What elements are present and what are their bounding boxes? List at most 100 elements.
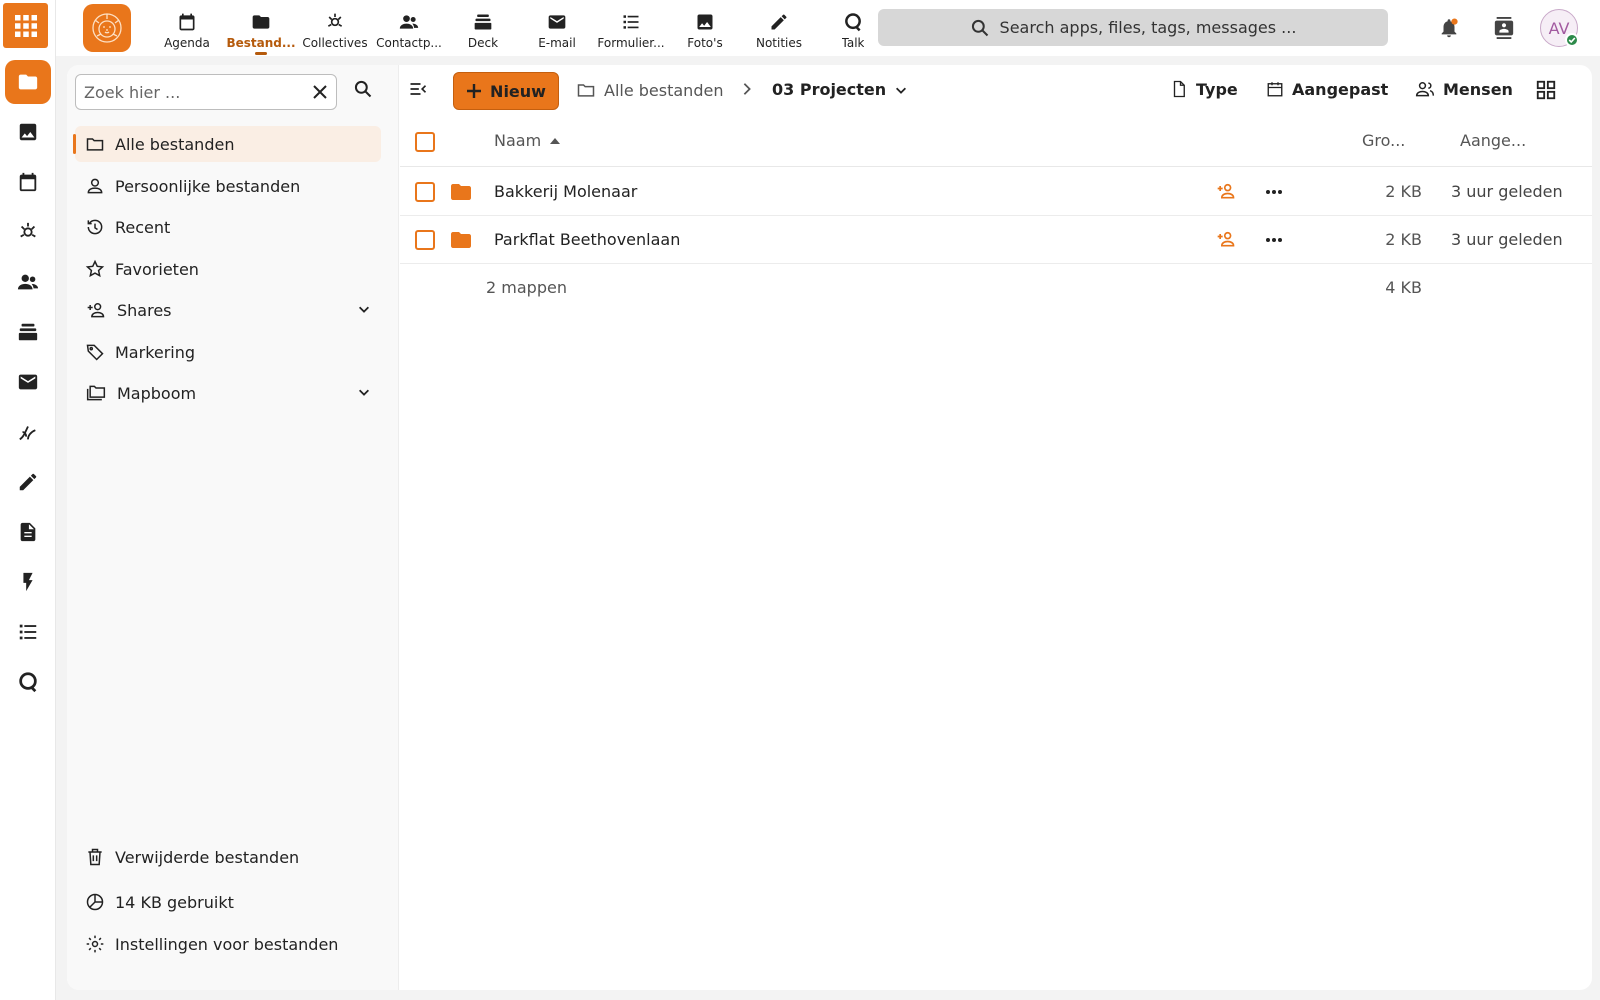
filter-input[interactable] [84,82,312,102]
rail-notes-icon[interactable] [5,460,51,504]
rail-activity-icon[interactable] [5,410,51,454]
row-checkbox[interactable] [415,230,435,250]
files-settings-link[interactable]: Instellingen voor bestanden [75,926,381,962]
rail-mail-icon[interactable] [5,360,51,404]
chevron-right-icon [740,82,754,96]
breadcrumb-current-label: 03 Projecten [772,80,887,99]
chevron-down-icon[interactable] [357,302,371,316]
nav-item-label: Favorieten [115,259,199,279]
app-mail[interactable]: E-mail [520,0,594,56]
files-toolbar: Nieuw Alle bestanden 03 Projecten Type A… [400,65,1592,117]
rail-tasks-icon[interactable] [5,610,51,654]
rail-talk-icon[interactable] [5,660,51,704]
nav-item-favorites[interactable]: Favorieten [75,251,381,287]
file-size: 2 KB [1385,182,1422,201]
sort-ascending-icon [550,137,561,144]
toggle-navigation-icon[interactable] [408,79,428,99]
new-button[interactable]: Nieuw [453,72,559,110]
pencil-icon [771,14,787,30]
app-photos[interactable]: Foto's [668,0,742,56]
app-collectives[interactable]: Collectives [298,0,372,56]
deleted-files-link[interactable]: Verwijderde bestanden [75,839,381,875]
nav-item-label: Shares [117,300,172,320]
app-label: E-mail [538,36,576,50]
app-agenda[interactable]: Agenda [150,0,224,56]
search-icon [971,19,988,36]
share-icon[interactable] [1215,229,1237,249]
rail-calendar-icon[interactable] [5,160,51,204]
file-name[interactable]: Bakkerij Molenaar [494,182,637,201]
table-row[interactable]: Bakkerij Molenaar 2 KB 3 uur geleden [400,168,1592,216]
files-navigation: Alle bestanden Persoonlijke bestanden Re… [67,65,399,990]
gear-icon [86,935,104,953]
rail-deck-icon[interactable] [5,310,51,354]
clear-filter-close-icon[interactable] [312,84,328,100]
select-all-checkbox[interactable] [415,132,435,152]
share-icon[interactable] [1215,181,1237,201]
contacts-menu-icon[interactable] [1490,14,1518,42]
filter-type-button[interactable]: Type [1170,79,1238,99]
user-avatar[interactable]: AV [1540,9,1579,47]
file-name[interactable]: Parkflat Beethovenlaan [494,230,680,249]
unified-search-input[interactable]: Search apps, files, tags, messages ... [878,9,1388,46]
filter-modified-button[interactable]: Aangepast [1266,79,1388,99]
app-notes[interactable]: Notities [742,0,816,56]
app-menu-grid-icon[interactable] [3,3,48,48]
brand-logo[interactable] [83,4,131,52]
nav-item-label: Markering [115,342,196,362]
talk-icon [845,13,861,32]
more-actions-icon[interactable] [1264,182,1284,202]
app-forms[interactable]: Formulier... [594,0,668,56]
files-settings-label: Instellingen voor bestanden [115,934,339,954]
breadcrumb-root[interactable]: Alle bestanden [576,80,723,100]
nav-item-folder-tree[interactable]: Mapboom [75,375,381,411]
file-modified: 3 uur geleden [1451,182,1563,201]
breadcrumb-current[interactable]: 03 Projecten [772,80,908,99]
rail-files-icon[interactable] [5,60,51,104]
app-label: Talk [841,36,865,50]
chevron-down-icon[interactable] [357,385,371,399]
rail-collectives-icon[interactable] [5,210,51,254]
calendar-icon [179,13,195,31]
app-label: Bestand... [226,36,296,50]
column-header-name[interactable]: Naam [494,131,561,150]
mail-icon [548,15,566,29]
chevron-down-icon [896,87,907,94]
nav-item-tags[interactable]: Markering [75,334,381,370]
table-row[interactable]: Parkflat Beethovenlaan 2 KB 3 uur gelede… [400,216,1592,264]
people-icon [1415,82,1435,97]
nav-search-icon[interactable] [353,79,373,99]
summary-count: 2 mappen [486,278,567,297]
app-contacts[interactable]: Contactp... [372,0,446,56]
app-deck[interactable]: Deck [446,0,520,56]
content-card: Alle bestanden Persoonlijke bestanden Re… [67,65,1592,990]
more-actions-icon[interactable] [1264,230,1284,250]
row-checkbox[interactable] [415,182,435,202]
column-header-size[interactable]: Gro... [1362,131,1405,150]
nav-item-recent[interactable]: Recent [75,209,381,245]
rail-contacts-icon[interactable] [5,260,51,304]
nav-item-shares[interactable]: Shares [75,292,381,328]
filter-modified-label: Aangepast [1292,79,1389,99]
new-button-label: Nieuw [490,81,546,101]
rail-photos-icon[interactable] [5,110,51,154]
app-label: Agenda [164,36,210,50]
filter-people-button[interactable]: Mensen [1415,79,1513,99]
nav-item-label: Mapboom [117,383,197,403]
app-rail [0,0,56,1000]
grid-view-icon[interactable] [1535,79,1557,101]
column-header-modified[interactable]: Aange... [1460,131,1526,150]
notifications-bell-icon[interactable] [1435,14,1463,42]
app-files[interactable]: Bestand... [224,0,298,56]
nav-item-all-files[interactable]: Alle bestanden [73,126,381,162]
plus-icon [467,84,482,98]
column-name-label: Naam [494,131,542,150]
deleted-files-label: Verwijderde bestanden [115,847,300,867]
rail-text-icon[interactable] [5,510,51,554]
app-label: Contactp... [376,36,442,50]
app-label: Deck [467,36,499,50]
rail-flow-icon[interactable] [5,560,51,604]
filter-people-label: Mensen [1443,79,1513,99]
navigation-filter [75,74,337,110]
nav-item-personal-files[interactable]: Persoonlijke bestanden [75,168,381,204]
